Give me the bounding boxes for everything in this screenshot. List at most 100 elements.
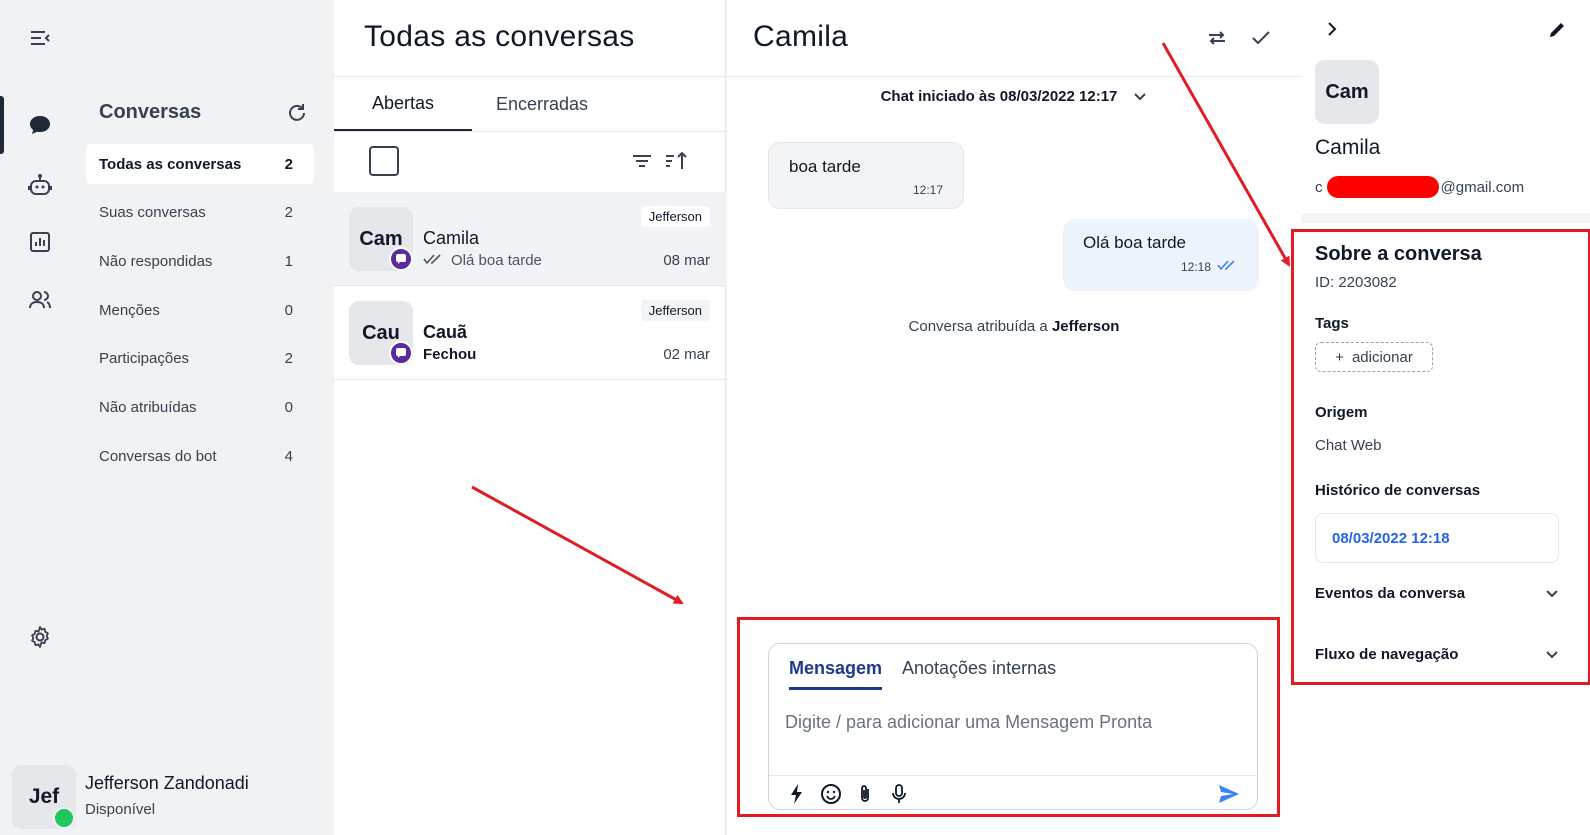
- conversation-preview: Olá boa tarde: [423, 252, 542, 269]
- menu-item-count: 0: [284, 398, 293, 416]
- menu-item-bot[interactable]: Conversas do bot 4: [86, 436, 314, 476]
- conversation-preview: Fechou: [423, 346, 476, 363]
- menu-item-nao-atribuidas[interactable]: Não atribuídas 0: [86, 387, 314, 427]
- contact-email[interactable]: c @gmail.com: [1315, 176, 1524, 198]
- conversation-date: 02 mar: [663, 346, 710, 363]
- conversations-menu: Conversas Todas as conversas 2 Suas conv…: [80, 0, 334, 835]
- origin-label: Origem: [1315, 404, 1368, 421]
- menu-item-participacoes[interactable]: Participações 2: [86, 338, 314, 378]
- tab-abertas[interactable]: Abertas: [334, 77, 472, 131]
- message-input[interactable]: [785, 712, 1240, 733]
- menu-item-count: 4: [284, 447, 293, 465]
- menu-item-count: 2: [284, 155, 293, 173]
- list-toolbar: [334, 132, 725, 192]
- contacts-icon[interactable]: [26, 286, 54, 314]
- quick-reply-bolt-icon[interactable]: [785, 782, 809, 806]
- events-accordion[interactable]: Eventos da conversa: [1315, 585, 1559, 602]
- preview-text: Olá boa tarde: [451, 252, 542, 269]
- menu-item-count: 2: [284, 203, 293, 221]
- collapse-menu-icon[interactable]: [26, 24, 54, 52]
- chat-panel: Camila Chat iniciado às 08/03/2022 12:17…: [727, 0, 1301, 835]
- chat-title: Camila: [753, 20, 849, 53]
- chevron-right-icon[interactable]: [1323, 20, 1341, 43]
- conversation-tabs: Abertas Encerradas: [334, 77, 725, 132]
- menu-item-label: Não atribuídas: [99, 398, 197, 416]
- assign-prefix: Conversa atribuída a: [908, 318, 1048, 335]
- sort-icon[interactable]: [664, 149, 690, 175]
- chat-started-info[interactable]: Chat iniciado às 08/03/2022 12:17: [727, 88, 1301, 105]
- composer-toolbar: [769, 775, 1257, 811]
- menu-item-todas[interactable]: Todas as conversas 2: [86, 144, 314, 184]
- menu-item-suas[interactable]: Suas conversas 2: [86, 192, 314, 232]
- attachment-icon[interactable]: [853, 782, 877, 806]
- menu-item-mencoes[interactable]: Menções 0: [86, 290, 314, 330]
- conversation-item-caua[interactable]: Cau Cauã Fechou Jefferson 02 mar: [334, 286, 726, 380]
- microphone-icon[interactable]: [887, 782, 911, 806]
- resolve-check-icon[interactable]: [1249, 26, 1275, 52]
- chevron-down-icon: [1133, 88, 1147, 105]
- plus-icon: +: [1335, 348, 1344, 366]
- message-time: 12:18: [1180, 259, 1211, 274]
- about-conversation: Sobre a conversa ID: 2203082 Tags + adic…: [1291, 223, 1590, 835]
- send-icon[interactable]: [1217, 782, 1241, 806]
- conversation-item-camila[interactable]: Cam Camila Olá boa tarde Jefferson 08 ma…: [334, 192, 726, 286]
- webchat-channel-icon: [389, 341, 413, 365]
- edit-pencil-icon[interactable]: [1547, 20, 1567, 45]
- contact-card: Cam Camila c @gmail.com: [1301, 0, 1590, 213]
- tab-anotacoes-internas[interactable]: Anotações internas: [902, 658, 1056, 690]
- bot-icon[interactable]: [26, 171, 54, 199]
- message-time: 12:17: [912, 183, 943, 197]
- transfer-icon[interactable]: [1205, 26, 1231, 52]
- agent-badge: Jefferson: [640, 300, 710, 321]
- contact-panel: Cam Camila c @gmail.com Sobre a conversa…: [1291, 0, 1590, 835]
- message-outgoing: Olá boa tarde 12:18: [1063, 219, 1259, 291]
- menu-item-nao-respondidas[interactable]: Não respondidas 1: [86, 241, 314, 281]
- chevron-down-icon: [1545, 646, 1559, 663]
- menu-item-label: Todas as conversas: [99, 155, 242, 173]
- conversation-date: 08 mar: [663, 252, 710, 269]
- chat-icon[interactable]: [26, 111, 54, 139]
- webchat-channel-icon: [389, 247, 413, 271]
- reports-icon[interactable]: [26, 228, 54, 256]
- tab-mensagem[interactable]: Mensagem: [789, 658, 883, 690]
- chevron-down-icon: [1545, 585, 1559, 602]
- events-label: Eventos da conversa: [1315, 585, 1466, 602]
- double-check-icon: [423, 252, 443, 269]
- conversation-name: Cauã: [423, 322, 468, 342]
- settings-icon[interactable]: [26, 623, 54, 651]
- menu-item-label: Não respondidas: [99, 252, 213, 270]
- menu-item-label: Participações: [99, 349, 190, 367]
- nav-rail: [0, 0, 80, 835]
- add-tag-button[interactable]: + adicionar: [1315, 342, 1433, 372]
- current-user[interactable]: Jef Jefferson Zandonadi Disponível: [12, 765, 322, 829]
- avatar: Cam: [1315, 60, 1379, 124]
- flow-label: Fluxo de navegação: [1315, 646, 1459, 663]
- filter-icon[interactable]: [630, 149, 656, 175]
- page-title: Todas as conversas: [334, 0, 725, 77]
- message-incoming: boa tarde 12:17: [768, 142, 964, 209]
- select-all-checkbox[interactable]: [369, 146, 399, 176]
- navigation-flow-accordion[interactable]: Fluxo de navegação: [1315, 646, 1559, 663]
- emoji-icon[interactable]: [819, 782, 843, 806]
- status-online-dot: [53, 807, 75, 829]
- refresh-icon[interactable]: [286, 102, 308, 124]
- about-title: Sobre a conversa: [1315, 243, 1482, 265]
- message-text: Olá boa tarde: [1083, 233, 1187, 252]
- redaction-mark: [1326, 176, 1439, 198]
- chat-started-label: Chat iniciado às 08/03/2022 12:17: [880, 88, 1118, 105]
- contact-name: Camila: [1315, 136, 1381, 159]
- chat-header: Camila: [727, 0, 1301, 77]
- tags-label: Tags: [1315, 315, 1349, 332]
- menu-title: Conversas: [99, 101, 202, 123]
- conversation-list: Todas as conversas Abertas Encerradas Ca…: [334, 0, 726, 835]
- menu-item-label: Suas conversas: [99, 203, 206, 221]
- tab-encerradas[interactable]: Encerradas: [472, 77, 612, 131]
- message-time-row: 12:18: [1083, 259, 1239, 274]
- menu-item-count: 0: [284, 301, 293, 319]
- origin-value: Chat Web: [1315, 437, 1382, 454]
- history-label: Histórico de conversas: [1315, 482, 1481, 499]
- user-status: Disponível: [85, 801, 156, 818]
- email-suffix: @gmail.com: [1440, 178, 1525, 196]
- rail-active-indicator: [0, 96, 4, 154]
- history-item[interactable]: 08/03/2022 12:18: [1315, 513, 1559, 563]
